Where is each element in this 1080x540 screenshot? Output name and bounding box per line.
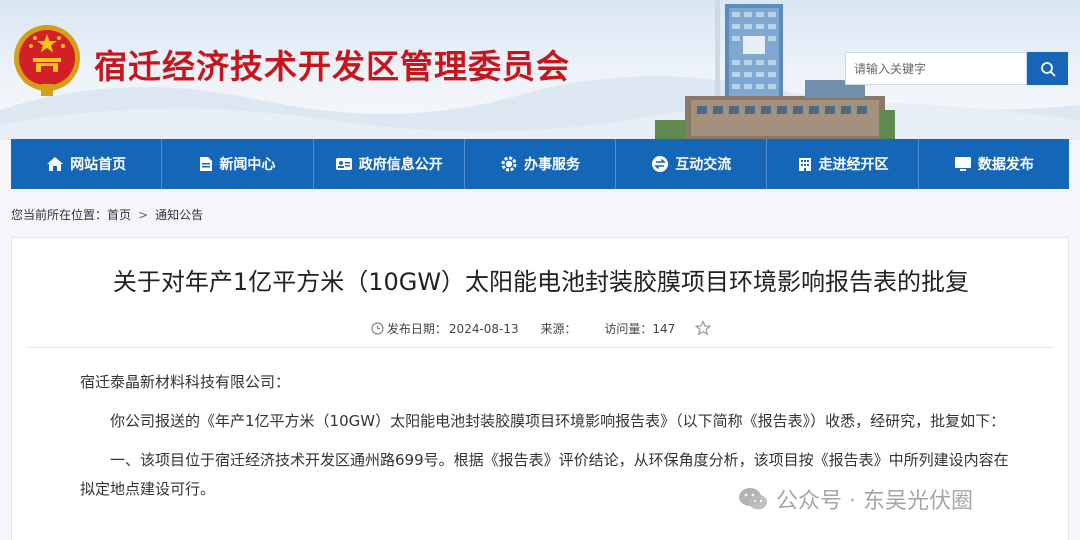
- watermark: 公众号 · 东吴光伏圈: [738, 484, 973, 514]
- breadcrumb-current-link[interactable]: 通知公告: [155, 208, 203, 222]
- nav-item-news[interactable]: 新闻中心: [162, 139, 314, 189]
- divider: [28, 347, 1054, 348]
- article-meta: 发布日期： 2024-08-13 来源： 访问量：147: [12, 320, 1070, 337]
- wechat-icon: [739, 488, 767, 510]
- views-count: 147: [652, 322, 676, 336]
- article-title: 关于对年产1亿平方米（10GW）太阳能电池封装胶膜项目环境影响报告表的批复: [112, 268, 970, 296]
- id-card-icon: [335, 158, 352, 170]
- salutation: 宿迁泰晶新材料科技有限公司：: [80, 373, 291, 391]
- main-nav: 网站首页 新闻中心 政府信息公开 办事服务 互动交流 走进经开区 数据发布: [11, 139, 1069, 189]
- breadcrumb-prefix: 您当前所在位置：: [11, 208, 108, 222]
- nav-item-label: 政府信息公开: [358, 157, 443, 173]
- views-label: 访问量：: [604, 322, 653, 336]
- publish-date-label: 发布日期：: [386, 322, 447, 336]
- publish-date: 2024-08-13: [448, 322, 519, 336]
- search-input[interactable]: [845, 52, 1027, 85]
- nav-item-interaction[interactable]: 互动交流: [616, 139, 768, 189]
- watermark-text: 公众号 · 东吴光伏圈: [776, 489, 973, 514]
- nav-item-label: 新闻中心: [219, 157, 276, 173]
- nav-item-label: 办事服务: [523, 157, 580, 173]
- breadcrumb-separator: >: [138, 208, 149, 222]
- nav-item-services[interactable]: 办事服务: [465, 139, 617, 189]
- exchange-icon: [652, 156, 669, 172]
- national-emblem-icon: [14, 25, 80, 96]
- nav-item-about[interactable]: 走进经开区: [767, 139, 919, 189]
- nav-item-label: 数据发布: [977, 157, 1034, 173]
- nav-item-home[interactable]: 网站首页: [11, 139, 163, 189]
- document-icon: [200, 157, 213, 171]
- nav-item-gov-info[interactable]: 政府信息公开: [314, 139, 465, 189]
- building-icon: [798, 158, 811, 171]
- site-header: 宿迁经济技术开发区管理委员会: [0, 0, 1080, 140]
- star-icon[interactable]: [695, 320, 712, 336]
- gear-icon: [501, 156, 517, 172]
- nav-item-label: 互动交流: [675, 157, 732, 173]
- clock-icon: [371, 322, 384, 335]
- nav-item-label: 网站首页: [70, 157, 127, 173]
- search-icon: [1040, 61, 1055, 76]
- source-label: 来源：: [540, 322, 577, 336]
- paragraph: 你公司报送的《年产1亿平方米（10GW）太阳能电池封装胶膜项目环境影响报告表》（…: [110, 412, 1006, 430]
- nav-item-label: 走进经开区: [818, 157, 889, 173]
- search-button[interactable]: [1027, 52, 1068, 85]
- breadcrumb: 您当前所在位置：首页 > 通知公告: [11, 206, 203, 223]
- nav-item-data[interactable]: 数据发布: [919, 139, 1069, 189]
- site-title: 宿迁经济技术开发区管理委员会: [94, 47, 570, 86]
- monitor-icon: [954, 157, 971, 171]
- breadcrumb-home-link[interactable]: 首页: [107, 208, 131, 222]
- home-icon: [47, 157, 64, 171]
